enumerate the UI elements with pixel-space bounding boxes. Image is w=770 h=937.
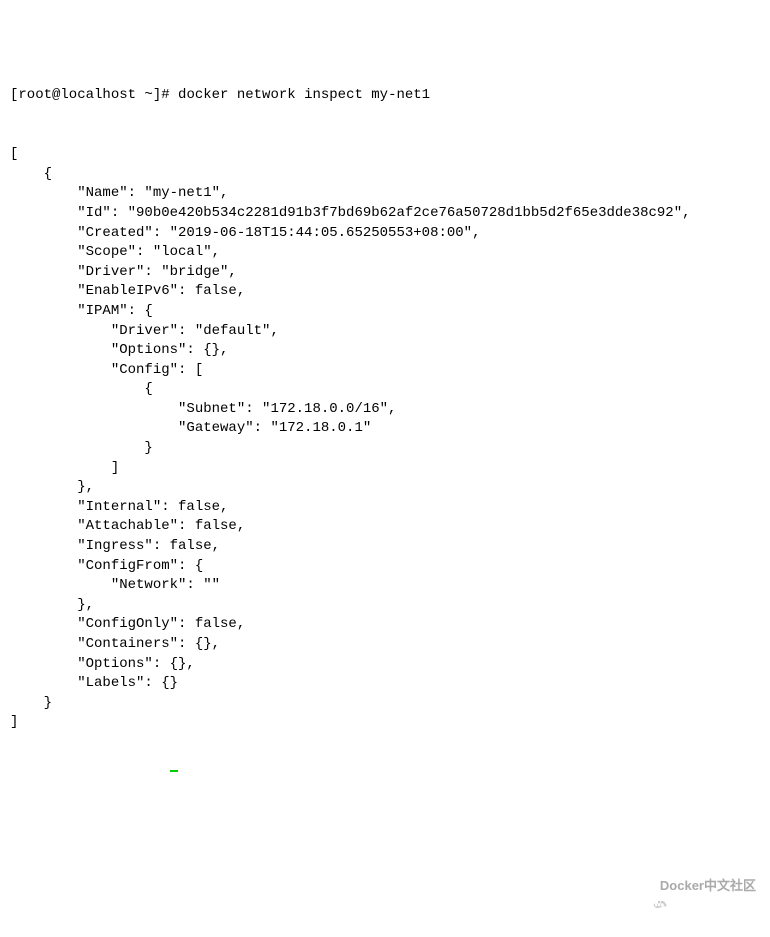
output-line: "Options": {}, (10, 342, 228, 358)
output-line: { (10, 381, 153, 397)
output-line: "ConfigFrom": { (10, 558, 203, 574)
output-line: "Options": {}, (10, 656, 195, 672)
command-output: [ { "Name": "my-net1", "Id": "90b0e420b5… (10, 126, 760, 733)
output-line: } (10, 440, 153, 456)
output-line: "Created": "2019-06-18T15:44:05.65250553… (10, 225, 480, 241)
output-line: "Network": "" (10, 577, 220, 593)
output-line: [ (10, 146, 18, 162)
command-text: docker network inspect my-net1 (178, 87, 430, 103)
output-line: "Labels": {} (10, 675, 178, 691)
output-line: "Containers": {}, (10, 636, 220, 652)
output-line: } (10, 695, 52, 711)
command-prompt-line: [root@localhost ~]# docker network inspe… (10, 86, 760, 106)
output-line: "ConfigOnly": false, (10, 616, 245, 632)
output-line: "Driver": "bridge", (10, 264, 237, 280)
output-line: "Attachable": false, (10, 518, 245, 534)
output-line: "Subnet": "172.18.0.0/16", (10, 401, 396, 417)
cursor-line (10, 753, 760, 773)
output-line: ] (10, 714, 18, 730)
output-line: "Name": "my-net1", (10, 185, 228, 201)
output-line: }, (10, 479, 94, 495)
output-line: { (10, 166, 52, 182)
output-line: "Driver": "default", (10, 323, 279, 339)
output-line: "Config": [ (10, 362, 203, 378)
output-line: "Gateway": "172.18.0.1" (10, 420, 371, 436)
shell-prompt: [root@localhost ~]# (10, 87, 170, 103)
output-line: "Scope": "local", (10, 244, 220, 260)
output-line: "EnableIPv6": false, (10, 283, 245, 299)
terminal-cursor (170, 770, 178, 772)
output-line: "IPAM": { (10, 303, 153, 319)
output-line: }, (10, 597, 94, 613)
watermark-text: Docker中文社区 (660, 877, 756, 895)
output-line: "Internal": false, (10, 499, 228, 515)
output-line: ] (10, 460, 119, 476)
docker-icon (638, 877, 656, 895)
watermark: Docker中文社区 (638, 877, 756, 895)
output-line: "Id": "90b0e420b534c2281d91b3f7bd69b62af… (10, 205, 691, 221)
output-line: "Ingress": false, (10, 538, 220, 554)
